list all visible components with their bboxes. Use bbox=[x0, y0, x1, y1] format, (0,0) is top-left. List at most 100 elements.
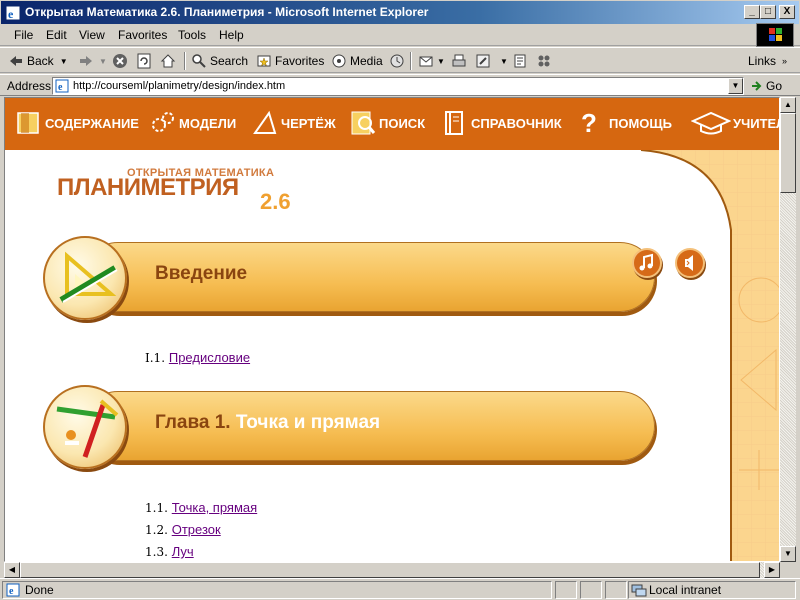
mail-dropdown-icon[interactable]: ▼ bbox=[437, 57, 445, 66]
search-label: Search bbox=[210, 54, 249, 68]
maximize-button[interactable]: □ bbox=[760, 5, 776, 19]
graduation-cap-icon bbox=[691, 111, 731, 135]
gears-icon bbox=[152, 112, 174, 132]
stop-button[interactable] bbox=[112, 52, 131, 70]
go-button[interactable]: Go bbox=[750, 79, 782, 93]
chapter-title: Введение bbox=[155, 263, 247, 285]
mail-button[interactable]: ▼ bbox=[418, 52, 445, 70]
svg-text:e: e bbox=[58, 82, 63, 93]
forward-button[interactable]: ▼ bbox=[78, 52, 107, 70]
scroll-down-icon[interactable]: ▼ bbox=[780, 546, 796, 562]
status-cell bbox=[605, 581, 627, 599]
back-dropdown-icon[interactable]: ▼ bbox=[60, 57, 68, 66]
edit-dropdown-icon[interactable]: ▼ bbox=[500, 57, 508, 66]
nav-help-label: ПОМОЩЬ bbox=[609, 115, 672, 131]
nav-search-label: ПОИСК bbox=[379, 115, 426, 131]
section-link[interactable]: Луч bbox=[172, 544, 194, 559]
close-button[interactable]: X bbox=[779, 5, 795, 19]
menu-tools[interactable]: Tools bbox=[178, 28, 206, 42]
media-label: Media bbox=[350, 54, 383, 68]
discuss-button[interactable] bbox=[512, 52, 531, 70]
links-chevron-icon[interactable]: » bbox=[782, 52, 787, 70]
nav-teacher[interactable]: УЧИТЕЛЮ bbox=[691, 110, 779, 136]
favorites-label: Favorites bbox=[275, 54, 325, 68]
page-done-icon: e bbox=[6, 583, 20, 597]
sound-button[interactable] bbox=[675, 248, 705, 278]
ruler-triangle-icon bbox=[59, 251, 118, 303]
question-mark-icon: ? bbox=[581, 107, 597, 138]
triangle-icon bbox=[253, 110, 277, 134]
music-button[interactable] bbox=[632, 248, 662, 278]
favorites-button[interactable]: Favorites bbox=[256, 52, 324, 70]
address-bar: Address e http://courseml/planimetry/des… bbox=[0, 74, 800, 96]
list-item: 1.1. Точка, прямая bbox=[145, 500, 257, 515]
menu-favorites[interactable]: Favorites bbox=[118, 28, 167, 42]
chapter-emblem bbox=[43, 236, 127, 320]
print-button[interactable] bbox=[451, 52, 470, 70]
nav-help[interactable]: ? ПОМОЩЬ bbox=[581, 107, 672, 138]
stop-icon bbox=[113, 54, 127, 68]
scroll-left-icon[interactable]: ◀ bbox=[4, 562, 20, 578]
magnifier-icon bbox=[351, 111, 376, 135]
address-input[interactable]: e http://courseml/planimetry/design/inde… bbox=[52, 77, 744, 95]
nav-drawing[interactable]: ЧЕРТЁЖ bbox=[251, 110, 336, 136]
home-button[interactable] bbox=[160, 52, 179, 70]
menu-edit[interactable]: Edit bbox=[46, 28, 67, 42]
section-link[interactable]: Предисловие bbox=[169, 350, 250, 365]
scroll-up-icon[interactable]: ▲ bbox=[780, 97, 796, 113]
address-dropdown-icon[interactable]: ▼ bbox=[728, 78, 743, 94]
menu-file[interactable]: File bbox=[14, 28, 33, 42]
status-bar: e Done Local intranet bbox=[0, 578, 800, 600]
menu-help[interactable]: Help bbox=[219, 28, 244, 42]
vertical-scrollbar[interactable]: ▲ ▼ bbox=[780, 97, 796, 562]
horizontal-scrollbar[interactable]: ◀ ▶ bbox=[4, 562, 780, 578]
status-main-cell: e Done bbox=[2, 581, 552, 599]
forward-dropdown-icon[interactable]: ▼ bbox=[99, 57, 107, 66]
toolbar-separator bbox=[410, 52, 412, 70]
standard-toolbar: Back ▼ ▼ Search Favorites Media ▼ ▼ Link… bbox=[0, 47, 800, 73]
chapter-1-banner[interactable]: Глава 1. Точка и прямая bbox=[43, 385, 655, 469]
chapter-title-main: Введение bbox=[155, 263, 248, 284]
back-button[interactable]: Back ▼ bbox=[8, 52, 68, 70]
nav-teacher-label: УЧИТЕЛЮ bbox=[733, 115, 779, 131]
nav-contents[interactable]: СОДЕРЖАНИЕ bbox=[15, 110, 139, 136]
section-number: I.1. bbox=[145, 351, 166, 365]
favorites-icon bbox=[257, 55, 271, 67]
section-link[interactable]: Отрезок bbox=[172, 522, 221, 537]
zone-cell: Local intranet bbox=[628, 581, 796, 599]
refresh-button[interactable] bbox=[136, 52, 155, 70]
chapter-title-rest: Точка и прямая bbox=[230, 412, 381, 433]
chapter-intro-banner[interactable]: Введение bbox=[43, 236, 655, 320]
svg-text:e: e bbox=[9, 586, 14, 597]
edit-button[interactable]: ▼ bbox=[475, 52, 508, 70]
contents-book-icon bbox=[17, 112, 39, 134]
section-link[interactable]: Точка, прямая bbox=[172, 500, 257, 515]
scroll-thumb[interactable] bbox=[780, 113, 796, 193]
nav-search[interactable]: ПОИСК bbox=[349, 110, 425, 136]
nav-reference[interactable]: СПРАВОЧНИК bbox=[441, 110, 562, 136]
page-icon: e bbox=[55, 79, 69, 93]
nav-reference-label: СПРАВОЧНИК bbox=[471, 115, 562, 131]
menu-view[interactable]: View bbox=[79, 28, 105, 42]
logo-version: 2.6 bbox=[260, 189, 291, 214]
minimize-button[interactable]: _ bbox=[744, 5, 760, 19]
chapter-title-main: Глава 1. bbox=[155, 412, 231, 433]
nav-contents-label: СОДЕРЖАНИЕ bbox=[45, 115, 139, 131]
status-cell bbox=[580, 581, 602, 599]
nav-models[interactable]: МОДЕЛИ bbox=[149, 110, 236, 136]
menu-bar: File Edit View Favorites Tools Help bbox=[0, 24, 800, 46]
history-button[interactable] bbox=[389, 52, 408, 70]
search-button[interactable]: Search bbox=[191, 52, 248, 70]
back-arrow-icon bbox=[10, 56, 22, 66]
go-label: Go bbox=[766, 79, 783, 93]
scroll-right-icon[interactable]: ▶ bbox=[764, 562, 780, 578]
list-item: I.1. Предисловие bbox=[145, 350, 250, 365]
address-label: Address bbox=[7, 79, 52, 93]
horizontal-scroll-thumb[interactable] bbox=[20, 562, 760, 578]
music-note-icon bbox=[639, 253, 653, 271]
links-button[interactable]: Links bbox=[748, 52, 776, 70]
windows-flag-icon bbox=[769, 28, 782, 41]
go-arrow-icon bbox=[752, 81, 762, 91]
media-button[interactable]: Media bbox=[331, 52, 383, 70]
messenger-button[interactable] bbox=[536, 52, 555, 70]
